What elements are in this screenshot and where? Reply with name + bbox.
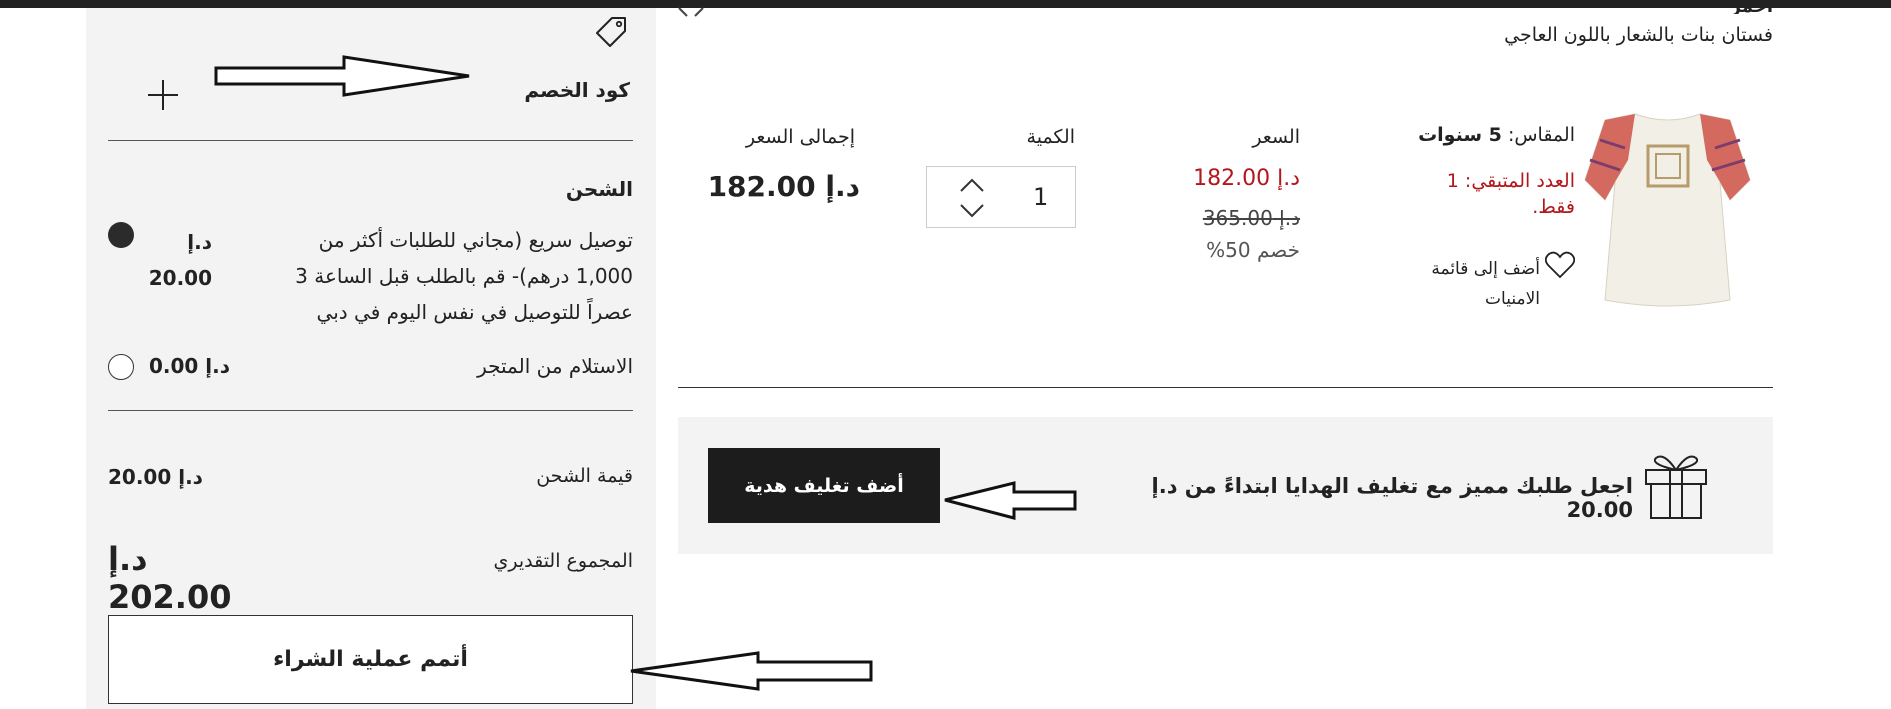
- size-label: المقاس:: [1507, 124, 1575, 146]
- quantity-stepper[interactable]: 1: [926, 166, 1076, 228]
- line-total-header: إجمالى السعر: [745, 126, 855, 148]
- add-to-wishlist[interactable]: أضف إلى قائمة الامنيات: [1400, 254, 1540, 314]
- close-icon[interactable]: [676, 6, 710, 20]
- stock-line: فقط.: [1532, 196, 1575, 218]
- price-original: د.إ 365.00: [1202, 206, 1300, 230]
- tag-icon: [596, 17, 626, 47]
- wishlist-label: أضف إلى قائمة: [1431, 259, 1540, 279]
- gift-icon: [1645, 455, 1707, 519]
- heart-icon[interactable]: [1545, 251, 1575, 279]
- stock-remaining: العدد المتبقي: 1 فقط.: [1400, 168, 1575, 220]
- shipping-option-pickup-price: د.إ 0.00: [148, 354, 230, 378]
- size-line: المقاس: 5 سنوات: [1400, 124, 1575, 146]
- shipping-currency: د.إ: [187, 230, 212, 254]
- price-current: د.إ 182.00: [1193, 166, 1300, 191]
- radio-pickup[interactable]: [108, 354, 134, 380]
- quantity-value[interactable]: 1: [1033, 183, 1048, 211]
- shipping-heading: الشحن: [565, 177, 633, 201]
- shipping-cost-value: د.إ 20.00: [108, 465, 203, 489]
- line-total-value: د.إ 182.00: [707, 170, 860, 203]
- shipping-cost-label: قيمة الشحن: [536, 465, 633, 487]
- add-gift-wrap-button[interactable]: أضف تغليف هدية: [708, 448, 940, 523]
- discount-label: خصم 50%: [1206, 238, 1300, 262]
- radio-express-selected[interactable]: [108, 222, 134, 248]
- divider: [678, 387, 1773, 388]
- stock-line: العدد المتبقي: 1: [1446, 170, 1575, 192]
- chevron-down-icon[interactable]: [959, 203, 985, 219]
- wishlist-label: الامنيات: [1485, 289, 1540, 309]
- estimated-total-label: المجموع التقديري: [493, 550, 633, 572]
- estimated-total-value: د.إ 202.00: [108, 540, 232, 616]
- shipping-option-express-price: د.إ 20.00: [140, 224, 212, 296]
- shipping-option-express-text: توصيل سريع (مجاني للطلبات أكثر من 1,000 …: [295, 228, 633, 324]
- quantity-header: الكمية: [1026, 126, 1075, 148]
- product-name[interactable]: فستان بنات بالشعار باللون العاجي: [1400, 24, 1773, 46]
- annotation-arrow-left: [630, 651, 873, 691]
- price-header: السعر: [1252, 126, 1300, 148]
- annotation-arrow-left: [944, 481, 1077, 520]
- plus-icon[interactable]: [146, 78, 180, 112]
- promo-code-label[interactable]: كود الخصم: [500, 78, 630, 102]
- product-image[interactable]: [1580, 100, 1755, 310]
- checkout-button[interactable]: أتمم عملية الشراء: [108, 615, 633, 704]
- chevron-up-icon[interactable]: [959, 177, 985, 193]
- annotation-arrow-right: [214, 55, 470, 97]
- product-color-label-partial: أحمر: [1730, 0, 1773, 14]
- shipping-price-value: 20.00: [148, 266, 212, 290]
- divider: [108, 140, 633, 141]
- size-value: 5 سنوات: [1418, 124, 1502, 146]
- top-bar: [0, 0, 1891, 8]
- divider: [108, 410, 633, 411]
- shipping-option-pickup-text: الاستلام من المتجر: [477, 354, 633, 378]
- gift-wrap-message: اجعل طلبك مميز مع تغليف الهدايا ابتداءً …: [1151, 474, 1633, 522]
